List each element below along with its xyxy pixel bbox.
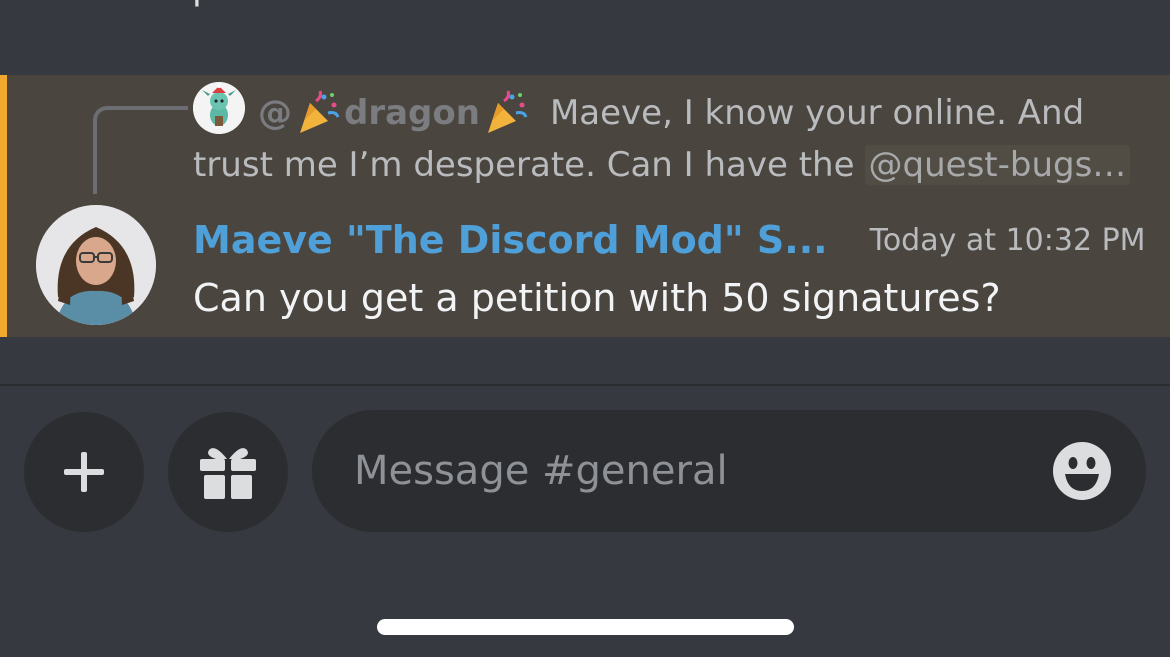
reply-connector	[93, 106, 188, 194]
message-timestamp: Today at 10:32 PM	[869, 222, 1146, 258]
replied-username-text: dragon	[344, 93, 480, 133]
reply-preview-text-continued: trust me I’m desperate. Can I have the	[193, 145, 855, 185]
reply-preview-line-1[interactable]: @ dragon Maeve, I know your online. And	[258, 89, 1085, 137]
reply-preview-text: Maeve, I know your online. And	[549, 93, 1085, 133]
composer-divider	[0, 384, 1170, 386]
message-header: Maeve "The Discord Mod" S... Today at 10…	[193, 215, 1146, 265]
gift-icon	[200, 448, 256, 499]
chat-screen: pls @	[0, 0, 1170, 657]
attach-button[interactable]	[24, 412, 144, 532]
author-name[interactable]: Maeve "The Discord Mod" S...	[193, 218, 828, 262]
mention-highlight-bar	[0, 75, 7, 337]
smiley-icon	[1053, 442, 1111, 500]
replied-user-avatar[interactable]	[193, 82, 245, 134]
replied-username[interactable]: @ dragon	[258, 89, 532, 137]
reply-preview-line-2[interactable]: trust me I’m desperate. Can I have the @…	[193, 141, 1131, 189]
mention-prefix: @	[258, 93, 292, 133]
party-popper-icon	[300, 90, 340, 133]
message-composer[interactable]	[312, 410, 1146, 532]
home-indicator[interactable]	[377, 619, 794, 635]
emoji-button[interactable]	[1052, 441, 1112, 501]
message-input[interactable]	[354, 438, 1034, 504]
plus-icon	[64, 452, 104, 492]
previous-message-text: pls	[192, 0, 244, 6]
party-popper-icon	[487, 90, 528, 133]
highlighted-message[interactable]: @ dragon Maeve, I know your online. And …	[0, 75, 1170, 337]
role-mention[interactable]: @quest-bugs…	[864, 145, 1131, 185]
message-content: Can you get a petition with 50 signature…	[193, 276, 1001, 320]
gift-nitro-button[interactable]	[168, 412, 288, 532]
author-avatar[interactable]	[36, 205, 156, 325]
